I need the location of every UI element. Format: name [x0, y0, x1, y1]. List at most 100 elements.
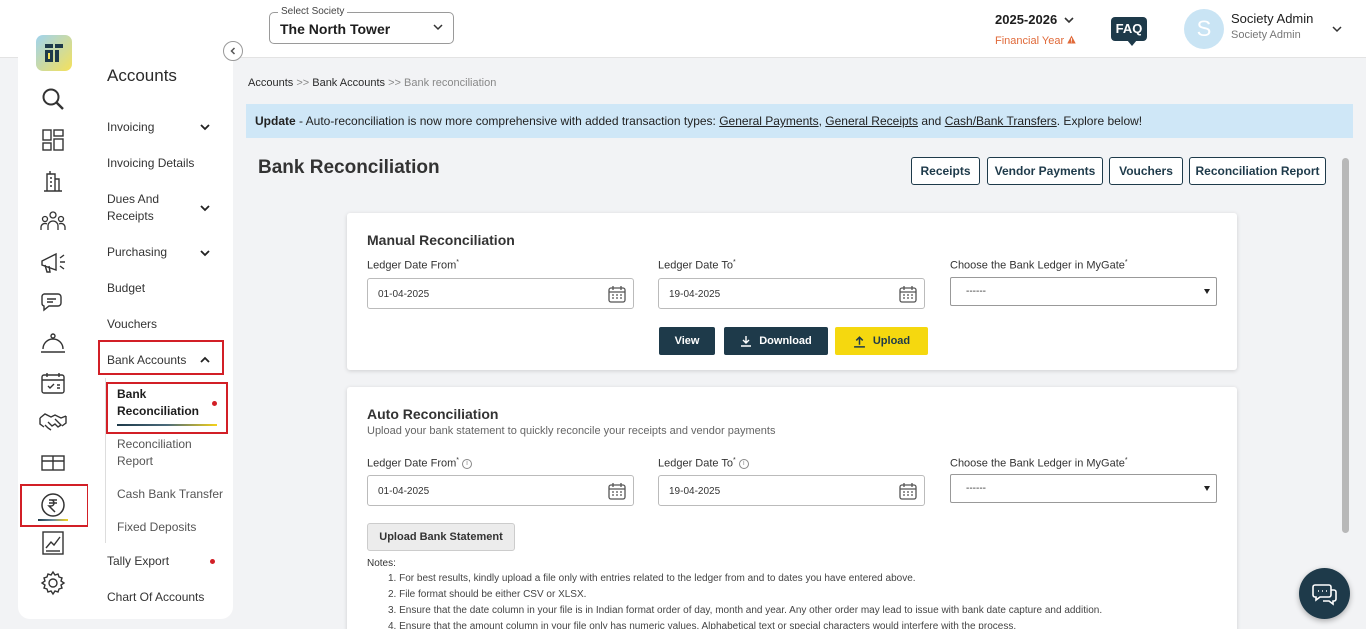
link-general-payments[interactable]: General Payments: [719, 114, 818, 128]
banner-bold: Update: [255, 114, 296, 128]
download-button[interactable]: Download: [724, 327, 828, 355]
warning-icon: [1067, 35, 1076, 47]
info-icon[interactable]: i: [462, 458, 472, 469]
required-mark: *: [456, 259, 459, 266]
sidebar-item-invoicing[interactable]: Invoicing: [107, 119, 154, 136]
collapse-sidebar-button[interactable]: [223, 41, 243, 61]
handshake-icon[interactable]: [38, 407, 68, 437]
chevron-down-icon: [431, 20, 445, 39]
manual-reconciliation-card: Manual Reconciliation Ledger Date From* …: [347, 213, 1237, 370]
note-item: 4. Ensure that the amount column in your…: [388, 621, 1017, 629]
sidebar-item-invoicing-details[interactable]: Invoicing Details: [107, 155, 194, 172]
link-general-receipts[interactable]: General Receipts: [825, 114, 918, 128]
calendar-icon[interactable]: [38, 368, 68, 398]
label-text: Choose the Bank Ledger in MyGate: [950, 457, 1125, 470]
chat-icon[interactable]: [38, 287, 68, 317]
page-title: Bank Reconciliation: [258, 157, 440, 178]
receipts-button[interactable]: Receipts: [911, 157, 980, 185]
society-select[interactable]: Select Society The North Tower: [269, 6, 454, 44]
required-mark: *: [1124, 457, 1128, 464]
select-value: ------: [966, 483, 986, 494]
sidebar-item-cash-bank-transfer[interactable]: Cash Bank Transfer: [117, 486, 223, 503]
note-item: 3. Ensure that the date column in your f…: [388, 605, 1103, 616]
upload-icon: [853, 335, 865, 348]
calendar-icon[interactable]: [607, 481, 627, 504]
calendar-icon[interactable]: [898, 481, 918, 504]
package-icon[interactable]: [38, 447, 68, 477]
megaphone-icon[interactable]: [38, 247, 68, 277]
label-text: Choose the Bank Ledger in MyGate: [950, 259, 1125, 272]
people-icon[interactable]: [38, 206, 68, 236]
society-select-label: Select Society: [278, 6, 348, 17]
breadcrumb-separator: >>: [296, 77, 310, 89]
faq-button[interactable]: FAQ: [1111, 17, 1147, 46]
sidebar-item-dues-and-receipts[interactable]: Dues And Receipts: [107, 191, 177, 225]
chevron-down-icon[interactable]: [199, 120, 211, 138]
ledger-date-from-input[interactable]: 01-04-2025: [367, 475, 634, 506]
vouchers-button[interactable]: Vouchers: [1109, 157, 1183, 185]
ledger-date-from-label: Ledger Date From* i: [367, 457, 472, 470]
bank-ledger-select[interactable]: ------: [950, 474, 1217, 503]
chevron-down-icon[interactable]: [1330, 22, 1344, 41]
active-rail-highlight: [20, 484, 89, 527]
card-title: Manual Reconciliation: [367, 232, 515, 248]
bank-ledger-label: Choose the Bank Ledger in MyGate*: [950, 259, 1128, 272]
sidebar-item-vouchers[interactable]: Vouchers: [107, 316, 157, 333]
building-icon[interactable]: [38, 166, 68, 196]
banner-text: - Auto-reconciliation is now more compre…: [295, 114, 720, 128]
breadcrumb-accounts[interactable]: Accounts: [248, 77, 293, 89]
breadcrumb-bank-accounts[interactable]: Bank Accounts: [312, 77, 385, 89]
sidebar-item-budget[interactable]: Budget: [107, 280, 145, 297]
card-subtitle: Upload your bank statement to quickly re…: [367, 425, 776, 437]
note-item: 2. File format should be either CSV or X…: [388, 589, 587, 600]
chevron-down-icon: [1063, 13, 1075, 31]
bank-ledger-select[interactable]: ------: [950, 277, 1217, 306]
vendor-payments-button[interactable]: Vendor Payments: [987, 157, 1103, 185]
chevron-down-icon[interactable]: [199, 201, 211, 219]
chart-icon[interactable]: [38, 528, 68, 558]
bank-accounts-highlight: [98, 340, 224, 375]
sidebar-item-fixed-deposits[interactable]: Fixed Deposits: [117, 519, 196, 536]
search-icon[interactable]: [38, 84, 68, 114]
view-button[interactable]: View: [659, 327, 715, 355]
concierge-icon[interactable]: [38, 328, 68, 358]
breadcrumb: Accounts >> Bank Accounts >> Bank reconc…: [248, 77, 496, 89]
chevron-down-icon[interactable]: [199, 246, 211, 264]
select-value: ------: [966, 286, 986, 297]
input-value: 01-04-2025: [378, 486, 430, 497]
app-logo[interactable]: [36, 35, 72, 71]
update-banner: Update - Auto-reconciliation is now more…: [246, 104, 1353, 138]
user-role: Society Admin: [1231, 29, 1301, 41]
input-value: 01-04-2025: [378, 289, 430, 300]
bank-ledger-label: Choose the Bank Ledger in MyGate*: [950, 457, 1128, 470]
button-label: Download: [759, 335, 812, 347]
financial-year-selector[interactable]: 2025-2026 Financial Year: [995, 12, 1081, 47]
required-mark: *: [733, 259, 736, 266]
link-cash-bank-transfers[interactable]: Cash/Bank Transfers: [945, 114, 1057, 128]
ledger-date-to-input[interactable]: 19-04-2025: [658, 278, 925, 309]
sidebar-item-purchasing[interactable]: Purchasing: [107, 244, 167, 261]
upload-button[interactable]: Upload: [835, 327, 928, 355]
ledger-date-to-input[interactable]: 19-04-2025: [658, 475, 925, 506]
calendar-icon[interactable]: [898, 284, 918, 307]
sidebar-item-tally-export[interactable]: Tally Export: [107, 553, 169, 570]
required-mark: *: [456, 457, 459, 464]
reconciliation-report-button[interactable]: Reconciliation Report: [1189, 157, 1326, 185]
caret-down-icon: [1204, 486, 1210, 491]
scrollbar[interactable]: [1342, 158, 1349, 533]
sidebar-item-chart-of-accounts[interactable]: Chart Of Accounts: [107, 589, 204, 606]
chevron-left-icon: [230, 47, 236, 55]
settings-icon[interactable]: [38, 568, 68, 598]
chat-support-button[interactable]: [1299, 568, 1350, 619]
dashboard-icon[interactable]: [38, 125, 68, 155]
notes-title: Notes:: [367, 558, 396, 569]
ledger-date-from-input[interactable]: 01-04-2025: [367, 278, 634, 309]
avatar[interactable]: S: [1184, 9, 1224, 49]
upload-bank-statement-button[interactable]: Upload Bank Statement: [367, 523, 515, 551]
input-value: 19-04-2025: [669, 289, 721, 300]
info-icon[interactable]: i: [738, 458, 749, 469]
calendar-icon[interactable]: [607, 284, 627, 307]
input-value: 19-04-2025: [669, 486, 721, 497]
sidebar-item-reconciliation-report[interactable]: Reconciliation Report: [117, 436, 197, 470]
required-mark: *: [1124, 259, 1128, 266]
